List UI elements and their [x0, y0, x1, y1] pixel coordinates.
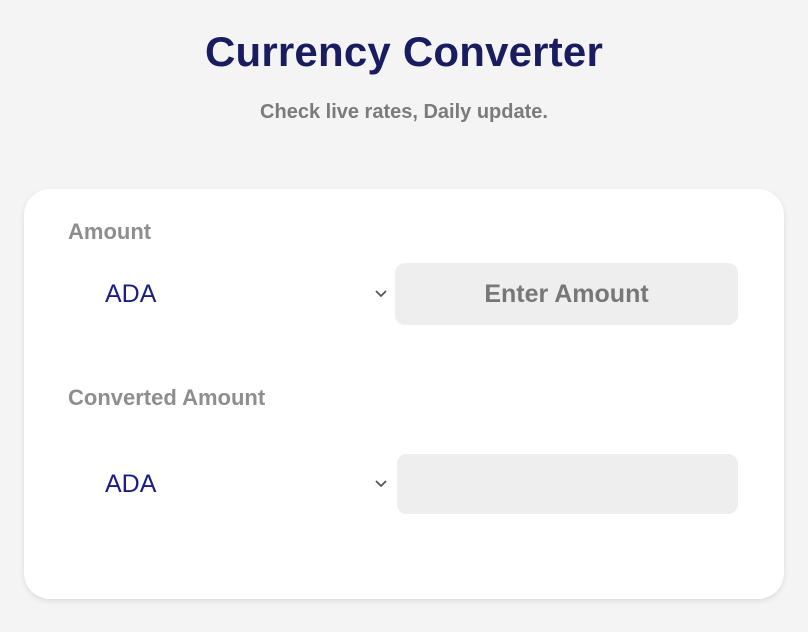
converted-amount-field[interactable] [397, 454, 738, 514]
amount-field[interactable] [395, 263, 738, 325]
to-currency-value: ADA [105, 469, 157, 498]
amount-input[interactable] [395, 263, 738, 325]
to-currency-select[interactable]: ADA [68, 454, 388, 514]
converter-card: Amount ADA Converted Amount ADA [24, 189, 784, 599]
chevron-down-icon [374, 287, 388, 301]
page-subtitle: Check live rates, Daily update. [260, 101, 548, 123]
from-currency-select[interactable]: ADA [68, 264, 388, 324]
currency-converter-page: Currency Converter Check live rates, Dai… [0, 0, 808, 632]
from-currency-value: ADA [105, 279, 157, 308]
converted-amount-label: Converted Amount [68, 385, 266, 410]
amount-label: Amount [68, 219, 152, 244]
chevron-down-icon [374, 477, 388, 491]
page-title: Currency Converter [204, 28, 604, 75]
